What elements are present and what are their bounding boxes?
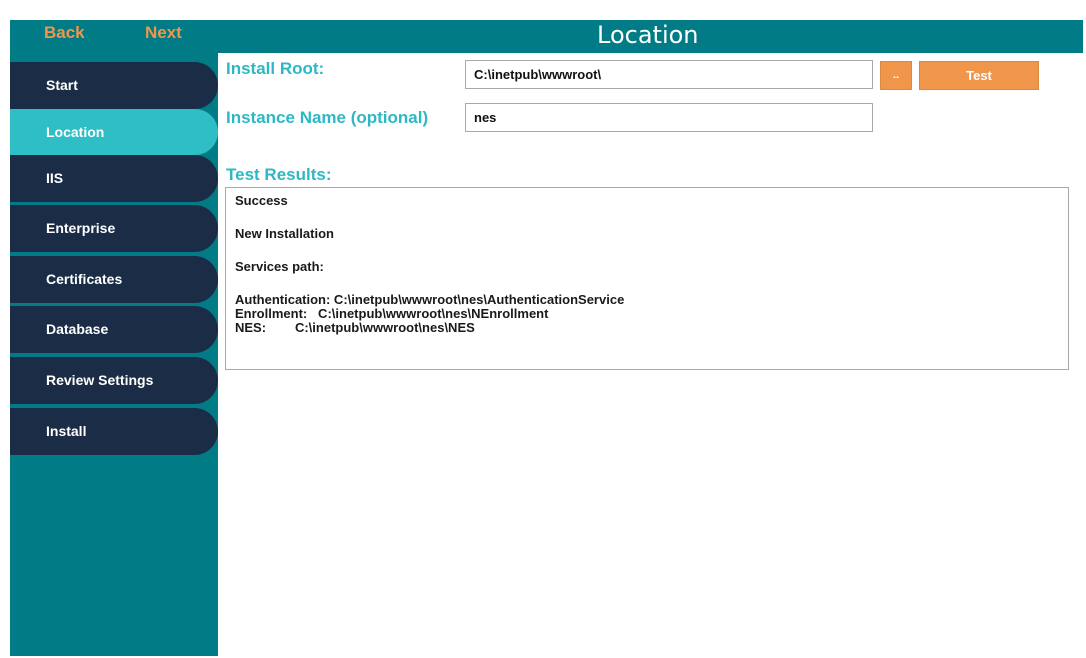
sidebar-item-iis[interactable]: IIS [10, 155, 218, 202]
result-line: Authentication: C:\inetpub\wwwroot\nes\A… [235, 292, 625, 307]
main-panel: Install Root: .. Test Instance Name (opt… [218, 53, 1083, 656]
page-title: Location [597, 21, 699, 49]
result-line [235, 274, 1059, 293]
installer-window: Back Next Location Start Location IIS En… [10, 20, 1083, 656]
sidebar-item-start[interactable]: Start [10, 62, 218, 109]
sidebar-item-review-settings[interactable]: Review Settings [10, 357, 218, 404]
sidebar-item-database[interactable]: Database [10, 306, 218, 353]
test-results-box: Success New Installation Services path: … [225, 187, 1069, 370]
sidebar-item-enterprise[interactable]: Enterprise [10, 205, 218, 252]
install-root-label: Install Root: [226, 59, 325, 78]
result-line: New Installation [235, 226, 334, 241]
result-line: NES: C:\inetpub\wwwroot\nes\NES [235, 320, 475, 335]
back-link[interactable]: Back [44, 23, 85, 43]
result-line [235, 241, 1059, 260]
result-line: Success [235, 193, 288, 208]
test-button[interactable]: Test [919, 61, 1039, 90]
instance-name-input[interactable] [465, 103, 873, 132]
sidebar-item-install[interactable]: Install [10, 408, 218, 455]
sidebar-item-location[interactable]: Location [10, 109, 218, 155]
instance-name-label: Instance Name (optional) [226, 108, 429, 127]
test-results-label: Test Results: [226, 165, 332, 184]
result-line [235, 208, 1059, 227]
result-line: Services path: [235, 259, 324, 274]
next-link[interactable]: Next [145, 23, 182, 43]
sidebar-item-certificates[interactable]: Certificates [10, 256, 218, 303]
browse-button[interactable]: .. [880, 61, 912, 90]
install-root-input[interactable] [465, 60, 873, 89]
result-line: Enrollment: C:\inetpub\wwwroot\nes\NEnro… [235, 306, 549, 321]
